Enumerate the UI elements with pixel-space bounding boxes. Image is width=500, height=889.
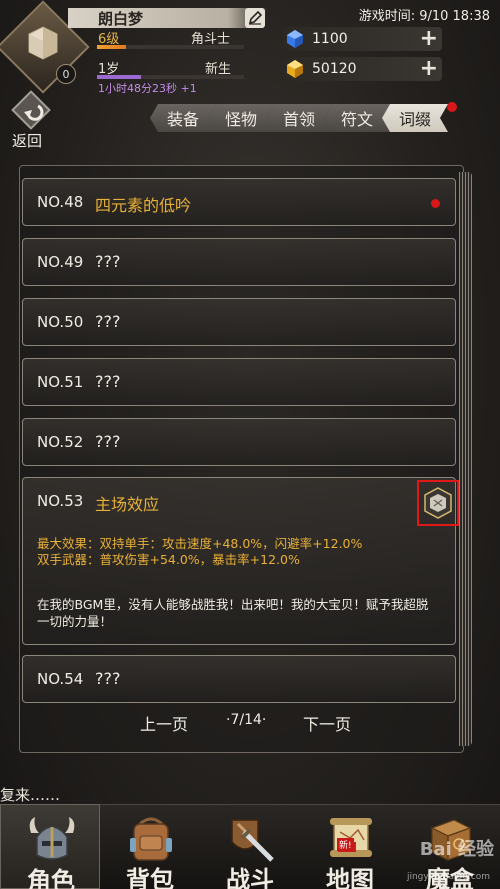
gold-counter: 50120 +	[284, 57, 442, 81]
entry-name: ???	[95, 312, 121, 331]
nav-character-label: 角色	[27, 867, 75, 889]
list-item-expanded[interactable]: NO.53 主场效应 最大效果：双持单手：攻击速度+48.0%，闪避率+12.0…	[22, 477, 459, 645]
entry-number: NO.49	[37, 253, 84, 271]
blue-gem-icon	[284, 28, 306, 50]
nav-character[interactable]: 角色	[0, 804, 100, 889]
edit-name-icon[interactable]	[245, 8, 265, 28]
nav-map-label: 地图	[326, 866, 374, 889]
tab-equipment[interactable]: 装备	[150, 104, 216, 132]
exp-bar-fill	[97, 45, 127, 49]
new-badge: 新!	[337, 838, 354, 851]
entry-name: 主场效应	[95, 495, 160, 514]
pagination: 上一页 ·7/14· 下一页	[140, 711, 370, 735]
flavor-text: 在我的BGM里，没有人能够战胜我！出来吧！我的大宝贝！赋予我超脱一切的力量！	[37, 597, 429, 629]
nav-backpack-label: 背包	[126, 866, 174, 889]
gold-gem-icon	[284, 58, 306, 80]
list-item[interactable]: NO.49 ???	[22, 238, 456, 286]
list-item[interactable]: NO.51 ???	[22, 358, 456, 406]
entry-name: ???	[95, 669, 121, 688]
hexagon-rune-icon	[424, 487, 452, 519]
nav-battle-label: 战斗	[226, 866, 274, 889]
entry-number: NO.54	[37, 670, 84, 688]
avatar-badge: 0	[56, 64, 76, 84]
list-item[interactable]: NO.52 ???	[22, 418, 456, 466]
back-arrow-icon	[24, 104, 44, 121]
entry-number: NO.50	[37, 313, 84, 331]
tab-runes[interactable]: 符文	[324, 104, 390, 132]
entry-number: NO.53	[37, 492, 84, 510]
entry-number: NO.51	[37, 373, 84, 391]
prev-page-button[interactable]: 上一页	[140, 711, 188, 735]
new-dot	[431, 199, 440, 208]
avatar-icon	[28, 26, 58, 60]
nav-backpack[interactable]: 背包	[100, 804, 200, 889]
entry-number: NO.52	[37, 433, 84, 451]
entry-name: ???	[95, 432, 121, 451]
gold-value: 50120	[312, 61, 357, 77]
entry-name: 四元素的低吟	[95, 196, 192, 215]
entry-name: ???	[95, 372, 121, 391]
age-bar-fill	[97, 75, 142, 79]
sword-shield-icon	[231, 819, 274, 862]
tab-affixes[interactable]: 词缀	[382, 104, 448, 132]
entry-number: NO.48	[37, 193, 84, 211]
book-pages-edge	[459, 172, 472, 746]
entry-name: ???	[95, 252, 121, 271]
add-gold-button[interactable]: +	[420, 57, 438, 81]
tab-bosses[interactable]: 首领	[266, 104, 332, 132]
gem-counter: 1100 +	[284, 27, 442, 51]
category-tabs: 装备 怪物 首领 符文 词缀	[150, 104, 448, 132]
page-indicator: ·7/14·	[226, 712, 267, 728]
back-label: 返回	[12, 132, 43, 150]
effect-line-2: 双手武器：普攻伤害+54.0%，暴击率+12.0%	[37, 552, 300, 567]
gem-value: 1100	[312, 31, 348, 47]
add-gem-button[interactable]: +	[420, 27, 438, 51]
list-item[interactable]: NO.54 ???	[22, 655, 456, 703]
list-item[interactable]: NO.50 ???	[22, 298, 456, 346]
message-ticker: 复来……	[0, 786, 61, 804]
watermark: Bai 经验	[419, 839, 494, 860]
backpack-icon	[130, 817, 172, 861]
age-bar	[97, 75, 244, 79]
next-page-button[interactable]: 下一页	[303, 711, 351, 735]
tab-monsters[interactable]: 怪物	[208, 104, 274, 132]
tab-notification-dot	[447, 102, 457, 112]
helmet-icon	[29, 817, 75, 860]
exp-bar	[97, 45, 244, 49]
watermark-url: jingyan.baidu.com	[406, 872, 490, 882]
affix-detail-button[interactable]	[417, 480, 459, 526]
game-time: 游戏时间: 9/10 18:38	[358, 9, 490, 24]
play-time: 1小时48分23秒 +1	[98, 82, 197, 95]
nav-battle[interactable]: 战斗	[200, 804, 300, 889]
back-button[interactable]: 返回	[8, 90, 58, 150]
avatar[interactable]	[22, 22, 64, 64]
player-name: 朗白梦	[98, 10, 144, 28]
list-item[interactable]: NO.48 四元素的低吟	[22, 178, 456, 226]
